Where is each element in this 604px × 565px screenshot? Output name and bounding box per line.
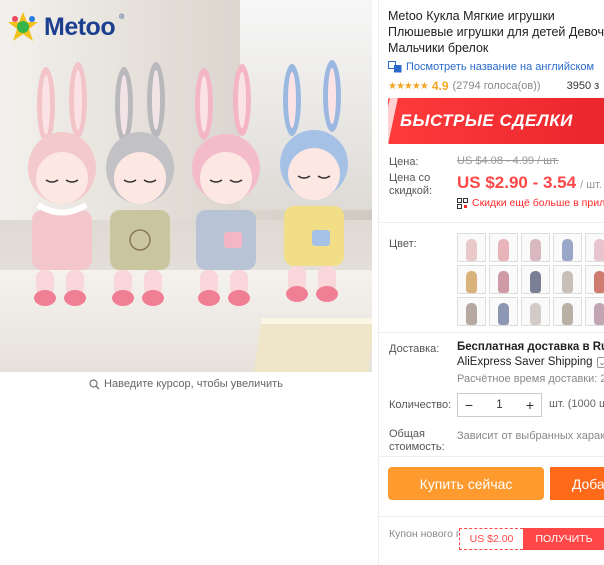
color-swatch[interactable] <box>521 233 550 262</box>
discount-price-label: Цена со скидкой: <box>389 172 433 197</box>
color-label: Цвет: <box>389 238 417 250</box>
color-swatch[interactable] <box>457 265 486 294</box>
brand-logo: Metoo ® <box>6 10 124 44</box>
shipping-main: Бесплатная доставка в Russia <box>457 341 604 353</box>
doll-thumbnail <box>466 303 477 325</box>
doll-thumbnail <box>562 239 573 261</box>
rating-value: 4.9 <box>431 79 449 93</box>
coupon-amount: US $2.00 <box>459 528 523 550</box>
app-promo-text[interactable]: Скидки ещё больше в прило <box>472 197 604 209</box>
color-swatch[interactable] <box>585 233 604 262</box>
product-title: Metoo Кукла Мягкие игрушки Плюшевые игру… <box>388 9 604 55</box>
color-swatch[interactable] <box>489 265 518 294</box>
doll-thumbnail <box>562 303 573 325</box>
price-label: Цена: <box>389 156 419 168</box>
metoo-star-icon <box>8 12 38 41</box>
rating-stars[interactable]: ★★★★★ <box>388 81 429 92</box>
magnifier-icon <box>89 378 100 389</box>
color-swatch[interactable] <box>521 265 550 294</box>
color-swatches <box>457 233 604 326</box>
quantity-stepper: − 1 + <box>457 393 542 417</box>
doll-green <box>106 62 174 306</box>
color-swatch[interactable] <box>585 297 604 326</box>
increase-quantity-button[interactable]: + <box>519 394 541 416</box>
divider <box>379 332 604 333</box>
total-note: Зависит от выбранных характе <box>457 430 604 442</box>
color-swatch[interactable] <box>489 233 518 262</box>
translate-link-text[interactable]: Посмотреть название на английском <box>406 61 594 73</box>
quantity-input[interactable]: 1 <box>480 399 519 411</box>
sale-price-unit: / шт. <box>580 179 602 191</box>
shipping-service-select[interactable]: AliExpress Saver Shipping ⌄ <box>457 356 604 368</box>
doll-yellow <box>280 60 348 302</box>
translate-icon <box>388 61 402 73</box>
sale-price: US $2.90 - 3.54/ шт. <box>457 173 602 193</box>
color-swatch[interactable] <box>457 233 486 262</box>
brand-name: Metoo <box>44 12 116 41</box>
doll-thumbnail <box>498 303 509 325</box>
doll-thumbnail <box>594 271 604 293</box>
doll-thumbnail <box>530 239 541 261</box>
availability: шт. (1000 ш <box>549 398 604 410</box>
add-to-cart-button[interactable]: Добав <box>544 467 604 500</box>
registered-mark: ® <box>119 13 125 21</box>
doll-thumbnail <box>530 271 541 293</box>
doll-thumbnail <box>466 271 477 293</box>
banner-stripe <box>388 98 398 144</box>
shipping-label: Доставка: <box>389 343 440 355</box>
original-price: US $4.08 - 4.99 / шт. <box>457 155 559 167</box>
color-swatch[interactable] <box>457 297 486 326</box>
qr-code-icon <box>457 197 468 209</box>
get-coupon-button[interactable]: ПОЛУЧИТЬ <box>523 528 604 550</box>
zoom-hint-text: Наведите курсор, чтобы увеличить <box>104 378 283 390</box>
sale-price-value: US $2.90 - 3.54 <box>457 173 577 192</box>
doll-thumbnail <box>498 239 509 261</box>
doll-thumbnail <box>594 303 604 325</box>
divider <box>379 222 604 223</box>
orders-count: 3950 з <box>566 80 600 92</box>
quantity-label: Количество: <box>389 399 452 411</box>
flash-deals-text: БЫСТРЫЕ СДЕЛКИ <box>400 111 573 130</box>
doll-thumbnail <box>530 303 541 325</box>
delivery-time: Расчётное время доставки: 23- <box>457 373 604 385</box>
doll-thumbnail <box>562 271 573 293</box>
doll-thumbnail <box>466 239 477 261</box>
divider <box>379 516 604 517</box>
doll-thumbnail <box>594 239 604 261</box>
flash-deals-banner[interactable]: БЫСТРЫЕ СДЕЛКИ <box>388 98 604 144</box>
divider <box>379 456 604 457</box>
color-swatch[interactable] <box>553 265 582 294</box>
image-book <box>254 318 372 372</box>
new-user-coupon: US $2.00 ПОЛУЧИТЬ <box>459 528 604 550</box>
doll-thumbnail <box>498 271 509 293</box>
zoom-hint: Наведите курсор, чтобы увеличить <box>0 372 372 396</box>
total-label: Общая стоимость: <box>389 428 445 453</box>
shipping-service[interactable]: AliExpress Saver Shipping <box>457 356 593 368</box>
product-info-panel: Metoo Кукла Мягкие игрушки Плюшевые игру… <box>378 0 604 565</box>
chevron-down-icon[interactable]: ⌄ <box>596 356 604 368</box>
app-promo[interactable]: Скидки ещё больше в прило <box>457 197 604 209</box>
product-image[interactable]: Metoo ® <box>0 0 372 372</box>
color-swatch[interactable] <box>489 297 518 326</box>
translate-link[interactable]: Посмотреть название на английском <box>388 61 594 73</box>
color-swatch[interactable] <box>585 265 604 294</box>
color-swatch[interactable] <box>553 297 582 326</box>
rating-row: ★★★★★ 4.9 (2794 голоса(ов)) 3950 з <box>388 79 604 93</box>
rating-count[interactable]: (2794 голоса(ов)) <box>453 80 541 92</box>
color-swatch[interactable] <box>553 233 582 262</box>
buy-now-button[interactable]: Купить сейчас <box>388 467 544 500</box>
decrease-quantity-button[interactable]: − <box>458 394 480 416</box>
color-swatch[interactable] <box>521 297 550 326</box>
